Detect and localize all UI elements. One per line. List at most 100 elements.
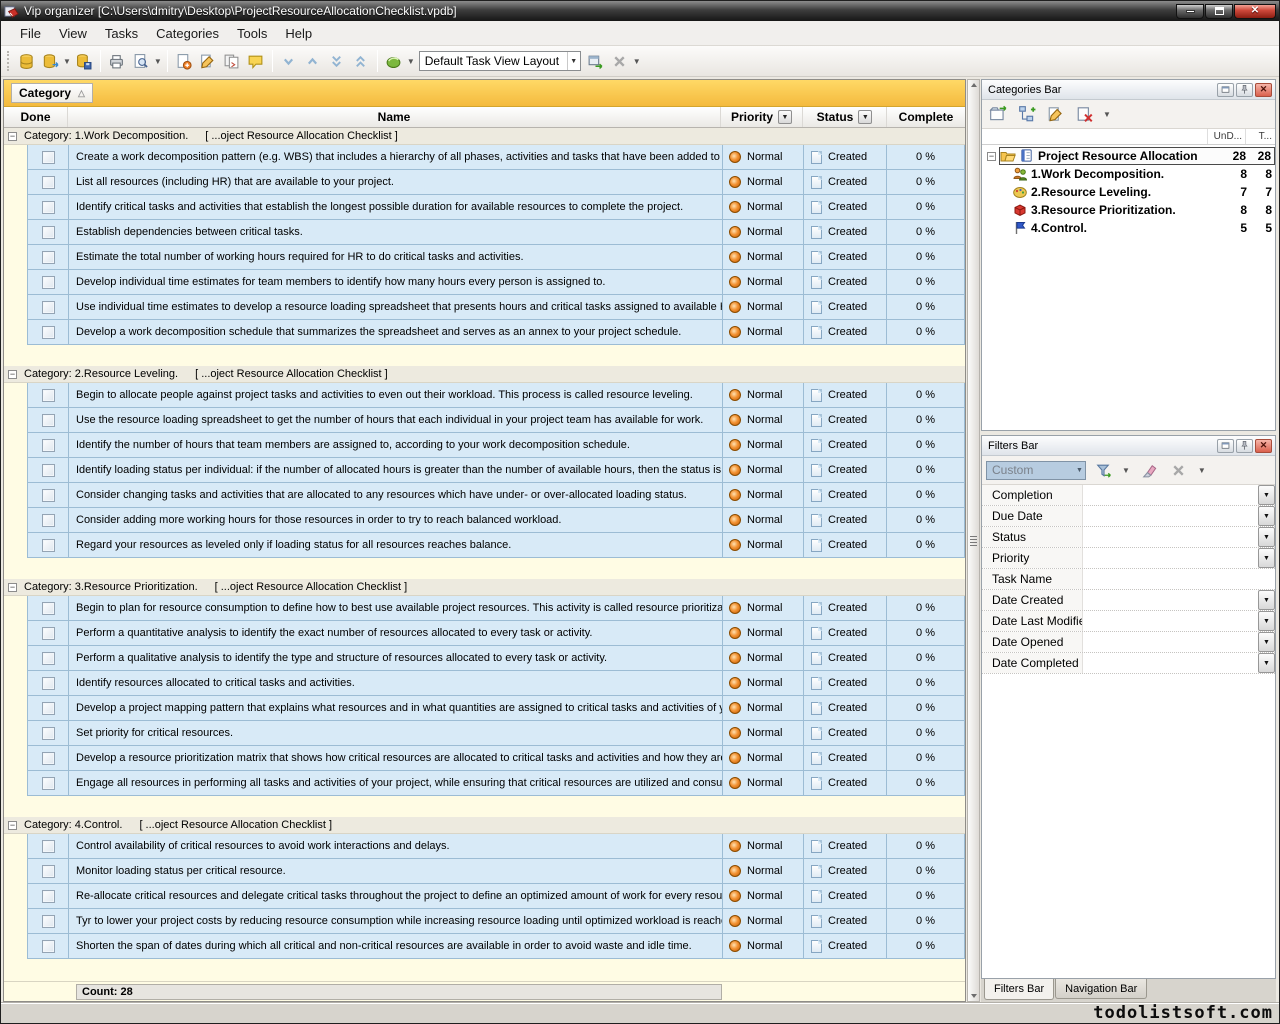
filter-value-input[interactable] (1083, 590, 1258, 610)
task-row[interactable]: Identify critical tasks and activities t… (27, 195, 965, 220)
task-done-checkbox[interactable] (41, 864, 55, 878)
menu-view[interactable]: View (50, 23, 96, 44)
menu-tools[interactable]: Tools (228, 23, 276, 44)
panel-restore-button[interactable] (1217, 82, 1234, 97)
task-row[interactable]: Tyr to lower your project costs by reduc… (27, 909, 965, 934)
chevron-down-icon[interactable]: ▼ (407, 57, 415, 66)
delete-category-button[interactable] (1073, 102, 1097, 126)
filter-value-input[interactable] (1083, 506, 1258, 526)
filter-value-input[interactable] (1083, 527, 1258, 547)
collapse-icon[interactable]: − (8, 369, 17, 379)
panel-pin-button[interactable] (1236, 438, 1253, 453)
task-row[interactable]: Use individual time estimates to develop… (27, 295, 965, 320)
panel-pin-button[interactable] (1236, 82, 1253, 97)
task-done-checkbox[interactable] (41, 538, 55, 552)
task-done-checkbox[interactable] (41, 601, 55, 615)
apply-layout-button[interactable] (584, 49, 608, 73)
task-done-checkbox[interactable] (41, 463, 55, 477)
task-row[interactable]: Identify the number of hours that team m… (27, 433, 965, 458)
task-row[interactable]: Perform a qualitative analysis to identi… (27, 646, 965, 671)
task-row[interactable]: Begin to allocate people against project… (27, 383, 965, 408)
menu-file[interactable]: File (11, 23, 50, 44)
tree-item[interactable]: 3.Resource Prioritization. 8 8 (982, 201, 1275, 219)
task-row[interactable]: Consider adding more working hours for t… (27, 508, 965, 533)
move-to-bottom-button[interactable] (325, 49, 349, 73)
task-row[interactable]: Perform a quantitative analysis to ident… (27, 621, 965, 646)
task-done-checkbox[interactable] (41, 726, 55, 740)
duplicate-task-button[interactable] (220, 49, 244, 73)
new-subcategory-button[interactable] (1015, 102, 1039, 126)
collapse-icon[interactable]: − (987, 151, 996, 161)
chevron-down-icon[interactable]: ▼ (154, 57, 162, 66)
chevron-down-icon[interactable]: ▼ (63, 57, 71, 66)
task-row[interactable]: Set priority for critical resources. Norm… (27, 721, 965, 746)
tree-item-selected[interactable]: Project Resource Allocation 28 28 (999, 147, 1275, 165)
task-row[interactable]: Re-allocate critical resources and deleg… (27, 884, 965, 909)
task-done-checkbox[interactable] (41, 889, 55, 903)
filter-value-input[interactable] (1083, 653, 1258, 673)
close-button[interactable]: ✕ (1234, 3, 1276, 19)
task-done-checkbox[interactable] (41, 388, 55, 402)
task-row[interactable]: Regard your resources as leveled only if… (27, 533, 965, 558)
filter-dropdown-button[interactable]: ▼ (1258, 548, 1275, 568)
chevron-down-icon[interactable]: ▼ (1198, 466, 1206, 475)
panel-restore-button[interactable] (1217, 438, 1234, 453)
edit-task-button[interactable] (196, 49, 220, 73)
filter-value-input[interactable] (1083, 632, 1258, 652)
task-done-checkbox[interactable] (41, 751, 55, 765)
task-row[interactable]: Develop a resource prioritization matrix… (27, 746, 965, 771)
splitter-grip-icon[interactable] (970, 535, 977, 546)
task-row[interactable]: Monitor loading status per critical reso… (27, 859, 965, 884)
chevron-down-icon[interactable]: ▼ (1103, 110, 1111, 119)
total-column-header[interactable]: T... (1245, 129, 1275, 144)
highlight-style-button[interactable] (382, 49, 406, 73)
group-by-category-button[interactable]: Category △ (11, 83, 93, 103)
task-row[interactable]: Begin to plan for resource consumption t… (27, 596, 965, 621)
undone-column-header[interactable]: UnD... (1207, 129, 1245, 144)
filter-dropdown-button[interactable]: ▼ (1258, 506, 1275, 526)
task-row[interactable]: Engage all resources in performing all t… (27, 771, 965, 796)
task-row[interactable]: List all resources (including HR) that a… (27, 170, 965, 195)
panel-close-button[interactable]: ✕ (1255, 438, 1272, 453)
column-header-done[interactable]: Done (4, 107, 68, 127)
filter-preset-combo[interactable]: Custom ▼ (986, 460, 1086, 480)
task-done-checkbox[interactable] (41, 225, 55, 239)
task-row[interactable]: Identify resources allocated to critical… (27, 671, 965, 696)
filter-value-input[interactable] (1083, 548, 1258, 568)
task-done-checkbox[interactable] (41, 175, 55, 189)
tree-item[interactable]: 4.Control. 5 5 (982, 219, 1275, 237)
task-done-checkbox[interactable] (41, 150, 55, 164)
filter-dropdown-button[interactable]: ▼ (1258, 485, 1275, 505)
chevron-down-icon[interactable]: ▼ (633, 57, 641, 66)
tree-item[interactable]: − Project Resource Allocation 28 28 (982, 147, 1275, 165)
task-row[interactable]: Develop individual time estimates for te… (27, 270, 965, 295)
task-row[interactable]: Estimate the total number of working hou… (27, 245, 965, 270)
chevron-down-icon[interactable]: ▼ (1074, 462, 1085, 479)
task-done-checkbox[interactable] (41, 250, 55, 264)
splitter[interactable] (967, 79, 980, 1002)
task-done-checkbox[interactable] (41, 651, 55, 665)
open-database-button[interactable] (38, 49, 62, 73)
task-done-checkbox[interactable] (41, 914, 55, 928)
clear-filter-button[interactable] (1137, 458, 1161, 482)
panel-close-button[interactable]: ✕ (1255, 82, 1272, 97)
column-header-priority[interactable]: Priority ▼ (721, 107, 803, 127)
collapse-icon[interactable]: − (8, 131, 17, 141)
chevron-down-icon[interactable]: ▼ (1122, 466, 1130, 475)
save-database-button[interactable] (72, 49, 96, 73)
print-preview-button[interactable] (129, 49, 153, 73)
task-done-checkbox[interactable] (41, 701, 55, 715)
maximize-button[interactable] (1205, 3, 1233, 19)
task-done-checkbox[interactable] (41, 839, 55, 853)
tree-item[interactable]: 1.Work Decomposition. 8 8 (982, 165, 1275, 183)
task-row[interactable]: Develop a project mapping pattern that e… (27, 696, 965, 721)
task-done-checkbox[interactable] (41, 275, 55, 289)
filter-dropdown-button[interactable]: ▼ (1258, 527, 1275, 547)
layout-combo[interactable]: Default Task View Layout ▼ (418, 51, 581, 71)
task-row[interactable]: Use the resource loading spreadsheet to … (27, 408, 965, 433)
filter-dropdown-button[interactable]: ▼ (1258, 611, 1275, 631)
collapse-icon[interactable]: − (8, 582, 17, 592)
task-row[interactable]: Create a work decomposition pattern (e.g… (27, 145, 965, 170)
menu-categories[interactable]: Categories (147, 23, 228, 44)
task-done-checkbox[interactable] (41, 776, 55, 790)
